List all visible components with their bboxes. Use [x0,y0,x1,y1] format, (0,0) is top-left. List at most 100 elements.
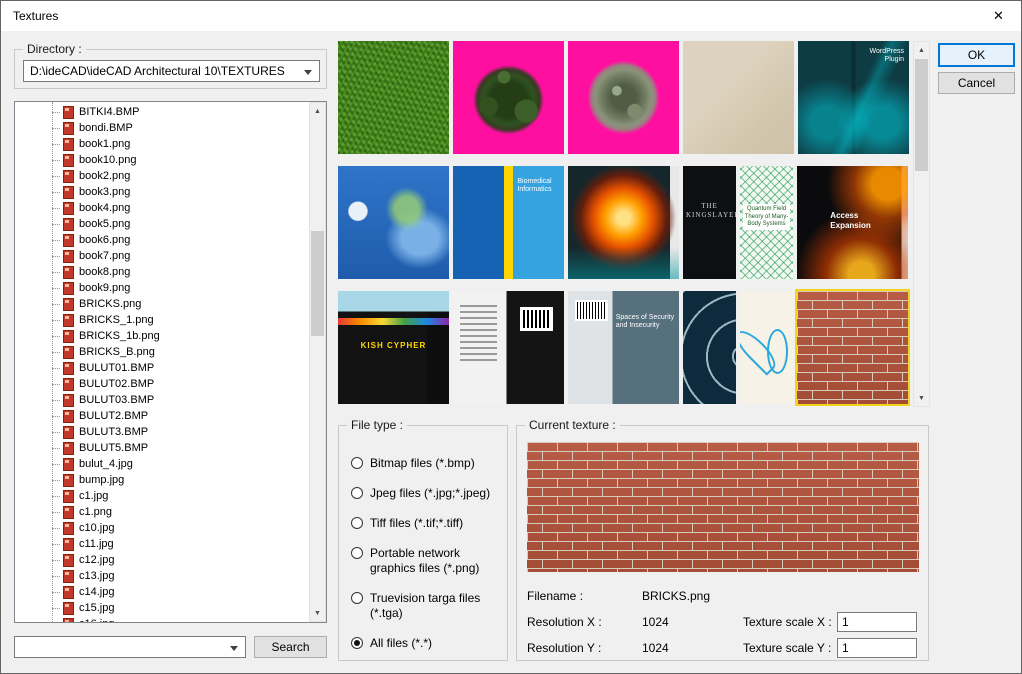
file-list-item[interactable]: c14.jpg [52,584,309,600]
radio-button-icon[interactable] [351,637,363,649]
window-title: Textures [13,9,58,23]
ok-button[interactable]: OK [938,43,1015,67]
file-list-item[interactable]: c13.jpg [52,568,309,584]
tree-magenta-thumb[interactable] [453,41,564,154]
flame-art-book-thumb[interactable] [568,166,679,279]
paper-texture-thumb[interactable] [683,41,794,154]
file-list-item[interactable]: book9.png [52,280,309,296]
texture-scale-y-input[interactable] [837,638,917,658]
radio-button-icon[interactable] [351,547,363,559]
texture-file-icon [63,586,74,599]
bricks-texture-thumb[interactable] [797,291,908,404]
tree-connector [52,208,60,209]
file-list-item[interactable]: BULUT2.BMP [52,408,309,424]
cancel-button[interactable]: Cancel [938,72,1015,94]
tree-connector [52,400,60,401]
thumb-title: Quantum Field Theory of Many-Body System… [743,204,790,230]
file-type-option[interactable]: Bitmap files (*.bmp) [351,456,501,471]
file-list-item[interactable]: book3.png [52,184,309,200]
biomedical-informatics-book-thumb[interactable]: Biomedical Informatics [453,166,564,279]
file-name: BRICKS_1.png [79,314,154,326]
file-type-option[interactable]: Portable network graphics files (*.png) [351,546,501,576]
scroll-up-icon[interactable]: ▲ [310,103,325,119]
texture-file-icon [63,474,74,487]
treetop-magenta-thumb[interactable] [568,41,679,154]
file-name: BULUT02.BMP [79,378,154,390]
close-icon[interactable]: ✕ [976,1,1021,31]
file-list-item[interactable]: book10.png [52,152,309,168]
texture-scale-x-label: Texture scale X : [743,615,832,629]
radio-button-icon[interactable] [351,517,363,529]
tree-connector [52,224,60,225]
file-name: book9.png [79,282,130,294]
grass-texture-thumb[interactable] [338,41,449,154]
texture-scale-x-input[interactable] [837,612,917,632]
directory-dropdown[interactable]: D:\ideCAD\ideCAD Architectural 10\TEXTUR… [23,60,320,82]
file-list-item[interactable]: book8.png [52,264,309,280]
radio-button-icon[interactable] [351,592,363,604]
file-list-item[interactable]: c16.jpg [52,616,309,622]
texture-file-icon [63,554,74,567]
tree-connector [52,128,60,129]
file-list-item[interactable]: book2.png [52,168,309,184]
tree-connector [52,576,60,577]
file-type-option[interactable]: Jpeg files (*.jpg;*.jpeg) [351,486,501,501]
file-list-item[interactable]: BULUT5.BMP [52,440,309,456]
alice-wonderland-book-thumb[interactable] [740,291,793,404]
file-list-item[interactable]: c10.jpg [52,520,309,536]
texture-grid-scrollbar[interactable]: ▲ ▼ [913,41,930,407]
tree-connector [52,432,60,433]
quantum-field-book-thumb[interactable]: Quantum Field Theory of Many-Body System… [740,166,793,279]
file-list-item[interactable]: BULUT02.BMP [52,376,309,392]
radio-button-icon[interactable] [351,457,363,469]
spaces-security-book-thumb[interactable]: Spaces of Security and Insecurity [568,291,679,404]
scroll-up-icon[interactable]: ▲ [914,42,929,58]
file-list-item[interactable]: BITKI4.BMP [52,104,309,120]
file-list-item[interactable]: c1.jpg [52,488,309,504]
file-list-item[interactable]: c11.jpg [52,536,309,552]
file-name: c13.jpg [79,570,114,582]
file-list-item[interactable]: c15.jpg [52,600,309,616]
file-list-item[interactable]: BRICKS.png [52,296,309,312]
file-list-item[interactable]: BULUT03.BMP [52,392,309,408]
file-list-scrollbar[interactable]: ▲ ▼ [309,102,326,622]
file-list-item[interactable]: book6.png [52,232,309,248]
wordpress-plugin-book-thumb[interactable]: WordPress Plugin [798,41,909,154]
file-list-item[interactable]: book4.png [52,200,309,216]
file-list-item[interactable]: bump.jpg [52,472,309,488]
radio-option-label: Tiff files (*.tif;*.tiff) [370,516,463,531]
texture-file-icon [63,202,74,215]
file-type-option[interactable]: Truevision targa files (*.tga) [351,591,501,621]
file-list-item[interactable]: BRICKS_1b.png [52,328,309,344]
scrollbar-thumb[interactable] [311,231,324,336]
file-list-item[interactable]: c12.jpg [52,552,309,568]
file-list-item[interactable]: BRICKS_1.png [52,312,309,328]
textures-dialog: Textures ✕ Directory : D:\ideCAD\ideCAD … [0,0,1022,674]
file-list-item[interactable]: bulut_4.jpg [52,456,309,472]
file-list-item[interactable]: book7.png [52,248,309,264]
file-list-item[interactable]: BULUT3.BMP [52,424,309,440]
file-name: c11.jpg [79,538,114,550]
file-list-item[interactable]: BULUT01.BMP [52,360,309,376]
kish-cypher-book-thumb[interactable]: KISH CYPHER [338,291,449,404]
radio-button-icon[interactable] [351,487,363,499]
file-list-item[interactable]: c1.png [52,504,309,520]
barcode-book-thumb[interactable] [453,291,564,404]
file-type-option[interactable]: Tiff files (*.tif;*.tiff) [351,516,501,531]
blue-wave-book-thumb[interactable] [683,291,736,404]
world-map-book-thumb[interactable] [338,166,449,279]
file-list-item[interactable]: bondi.BMP [52,120,309,136]
scroll-down-icon[interactable]: ▼ [310,605,325,621]
file-list-item[interactable]: book5.png [52,216,309,232]
search-dropdown[interactable] [14,636,246,658]
scrollbar-thumb[interactable] [915,59,928,171]
access-expansion-book-thumb[interactable]: Access Expansion [797,166,908,279]
scroll-down-icon[interactable]: ▼ [914,390,929,406]
file-type-option[interactable]: All files (*.*) [351,636,501,651]
file-list-item[interactable]: book1.png [52,136,309,152]
search-button[interactable]: Search [254,636,327,658]
tree-connector [52,160,60,161]
file-list-item[interactable]: BRICKS_B.png [52,344,309,360]
kingslayer-book-thumb[interactable]: THE KINGSLAYER [683,166,736,279]
radio-option-label: Portable network graphics files (*.png) [370,546,501,576]
